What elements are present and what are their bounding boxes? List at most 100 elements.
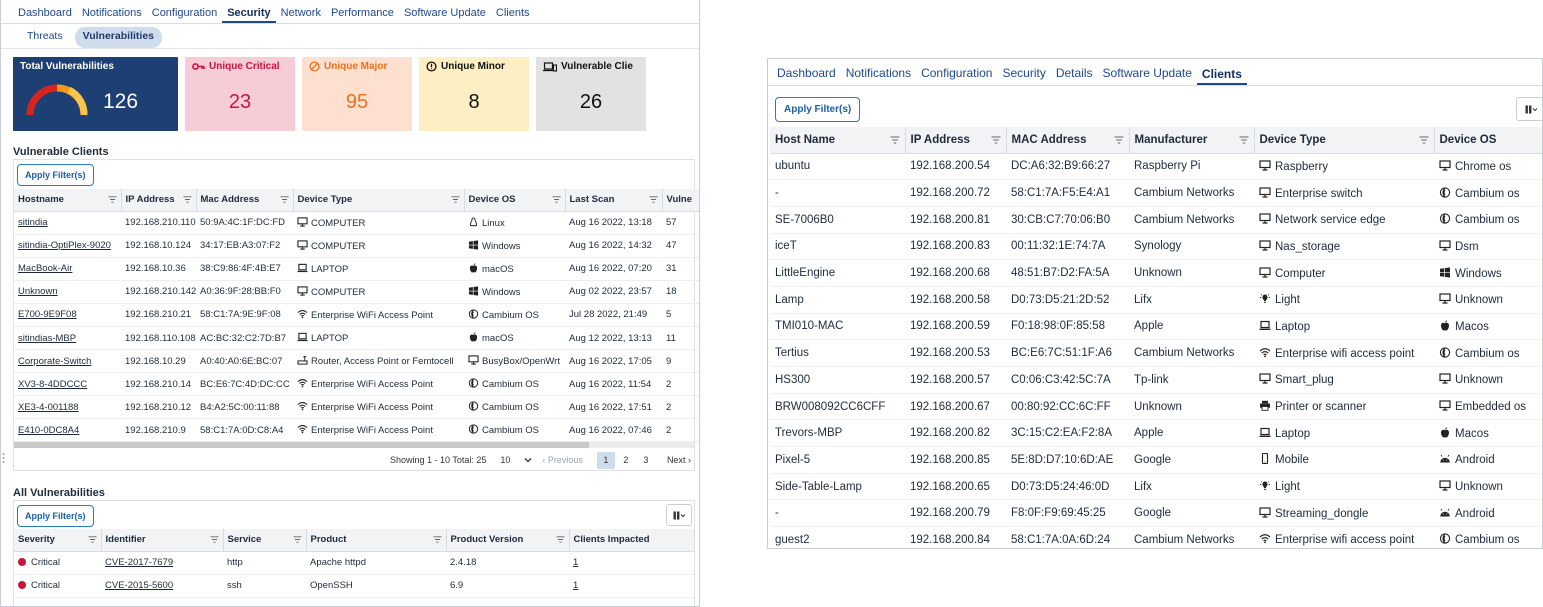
table-row[interactable]: SE-7006B0 192.168.200.81 30:CB:C7:70:06:B0… xyxy=(770,206,1542,234)
vc-col-vulne[interactable]: Vulne xyxy=(662,189,699,212)
filter-icon[interactable] xyxy=(107,195,117,204)
table-row[interactable]: E700-9E9F08 192.168.210.21 58:C1:7A:9E:9F:… xyxy=(14,303,699,327)
table-row[interactable]: BRW008092CC6CFF 192.168.200.67 00:80:92:CC… xyxy=(770,393,1542,421)
clients-column-settings-button[interactable] xyxy=(1516,97,1542,121)
table-row[interactable]: XV3-8-4DDCCC 192.168.210.14 BC:E6:7C:4D:DC… xyxy=(14,372,699,397)
right-tab-configuration[interactable]: Configuration xyxy=(916,66,997,85)
host-name-cell[interactable]: Side-Table-Lamp xyxy=(770,473,905,501)
right-tab-security[interactable]: Security xyxy=(997,66,1050,85)
page-2-button[interactable]: 2 xyxy=(617,452,635,469)
left-tab-performance[interactable]: Performance xyxy=(326,7,399,23)
page-size-select[interactable]: 10 xyxy=(500,455,532,465)
page-1-button[interactable]: 1 xyxy=(596,451,615,469)
left-tab-configuration[interactable]: Configuration xyxy=(147,7,222,23)
av-col-clients-impacted[interactable]: Clients Impacted xyxy=(569,529,695,552)
table-row[interactable]: Critical CVE-2015-5600 ssh OpenSSH 6.9 1 xyxy=(14,574,694,598)
cl-col-manufacturer[interactable]: Manufacturer xyxy=(1129,127,1255,154)
filter-icon[interactable] xyxy=(182,195,192,204)
host-name-cell[interactable]: SE-7006B0 xyxy=(770,206,905,234)
clients-impacted-link[interactable]: 1 xyxy=(569,551,694,575)
cve-identifier-link[interactable]: CVE-2017-7679 xyxy=(101,551,223,575)
total-vulnerabilities-card[interactable]: Total Vulnerabilities 126 xyxy=(13,57,178,131)
vc-col-device-type[interactable]: Device Type xyxy=(293,189,465,212)
filter-icon[interactable] xyxy=(1419,135,1429,145)
filter-icon[interactable] xyxy=(1114,135,1124,145)
unique-critical-card[interactable]: Unique Critical 23 xyxy=(185,57,295,131)
av-col-product-version[interactable]: Product Version xyxy=(446,529,570,552)
hostname-link[interactable]: sitindias-MBP xyxy=(14,326,121,351)
left-tab-software-update[interactable]: Software Update xyxy=(399,7,491,23)
filter-icon[interactable] xyxy=(209,535,219,544)
clients-apply-filter-button[interactable]: Apply Filter(s) xyxy=(775,97,861,122)
filter-icon[interactable] xyxy=(432,535,442,544)
hostname-link[interactable]: E410-0DC8A4 xyxy=(14,418,121,443)
av-col-identifier[interactable]: Identifier xyxy=(101,529,224,552)
table-row[interactable]: sitindia 192.168.210.110 50:9A:4C:1F:DC:FD… xyxy=(14,211,699,235)
table-row[interactable]: Pixel-5 192.168.200.85 5E:8D:D7:10:6D:AE Go… xyxy=(770,446,1542,474)
table-row[interactable]: Trevors-MBP 192.168.200.82 3C:15:C2:EA:F2:… xyxy=(770,419,1542,448)
column-settings-button[interactable] xyxy=(666,504,692,526)
cl-col-device-os[interactable]: Device OS xyxy=(1434,127,1542,154)
right-tab-details[interactable]: Details xyxy=(1051,66,1098,85)
right-tab-dashboard[interactable]: Dashboard xyxy=(772,66,841,85)
av-col-product[interactable]: Product xyxy=(306,529,447,552)
vulnerable-clients-horizontal-scrollbar[interactable] xyxy=(14,442,694,448)
cl-col-mac-address[interactable]: MAC Address xyxy=(1006,127,1130,154)
table-row[interactable]: sitindias-MBP 192.168.110.108 AC:BC:32:C2:… xyxy=(14,326,699,351)
hostname-link[interactable]: MacBook-Air xyxy=(14,257,121,281)
filter-icon[interactable] xyxy=(551,195,561,204)
hostname-link[interactable]: sitindia-OptiPlex-9020 xyxy=(14,234,121,258)
right-tab-software-update[interactable]: Software Update xyxy=(1098,66,1197,85)
host-name-cell[interactable]: Trevors-MBP xyxy=(770,419,905,448)
hostname-link[interactable]: Unknown xyxy=(14,280,121,304)
vulnerable-clients-apply-filter-button[interactable]: Apply Filter(s) xyxy=(17,164,94,186)
vc-col-last-scan[interactable]: Last Scan xyxy=(565,189,663,212)
hostname-link[interactable]: E700-9E9F08 xyxy=(14,303,121,327)
filter-icon[interactable] xyxy=(890,135,900,145)
left-tab-network[interactable]: Network xyxy=(276,7,326,23)
host-name-cell[interactable]: Tertius xyxy=(770,339,905,367)
cl-col-device-type[interactable]: Device Type xyxy=(1254,127,1435,154)
page-3-button[interactable]: 3 xyxy=(637,452,655,469)
vc-col-device-os[interactable]: Device OS xyxy=(464,189,566,212)
left-tab-clients[interactable]: Clients xyxy=(491,7,535,23)
table-row[interactable]: guest2 192.168.200.84 58:C1:7A:0A:6D:24 Cam… xyxy=(770,526,1542,548)
table-row[interactable]: LittleEngine 192.168.200.68 48:51:B7:D2:FA… xyxy=(770,259,1542,287)
filter-icon[interactable] xyxy=(450,195,460,204)
cl-col-ip-address[interactable]: IP Address xyxy=(905,127,1007,154)
filter-icon[interactable] xyxy=(555,535,565,544)
table-row[interactable]: HS300 192.168.200.57 C0:06:C3:42:5C:7A Tp-l… xyxy=(770,366,1542,394)
host-name-cell[interactable]: - xyxy=(770,499,905,528)
hostname-link[interactable]: XV3-8-4DDCCC xyxy=(14,372,121,397)
vc-col-mac-address[interactable]: Mac Address xyxy=(196,189,294,212)
right-tab-notifications[interactable]: Notifications xyxy=(841,66,916,85)
subtab-vulnerabilities[interactable]: Vulnerabilities xyxy=(74,27,162,48)
table-row[interactable]: MacBook-Air 192.168.10.36 38:C9:86:4F:4B:E… xyxy=(14,257,699,281)
table-row[interactable]: Corporate-Switch 192.168.10.29 A0:40:A0:6E… xyxy=(14,349,699,374)
hostname-link[interactable]: sitindia xyxy=(14,211,121,235)
host-name-cell[interactable]: Lamp xyxy=(770,286,905,314)
host-name-cell[interactable]: BRW008092CC6CFF xyxy=(770,393,905,421)
host-name-cell[interactable]: guest2 xyxy=(770,526,905,548)
left-tab-security[interactable]: Security xyxy=(222,7,276,23)
vc-col-ip-address[interactable]: IP Address xyxy=(121,189,197,212)
host-name-cell[interactable]: TMI010-MAC xyxy=(770,313,905,341)
filter-icon[interactable] xyxy=(648,195,658,204)
host-name-cell[interactable]: HS300 xyxy=(770,366,905,394)
table-row[interactable]: sitindia-OptiPlex-9020 192.168.10.124 34:1… xyxy=(14,234,699,258)
right-tab-clients[interactable]: Clients xyxy=(1196,67,1247,85)
table-row[interactable]: iceT 192.168.200.83 00:11:32:1E:74:7A Synol… xyxy=(770,233,1542,261)
subtab-threats[interactable]: Threats xyxy=(19,27,71,48)
av-col-severity[interactable]: Severity xyxy=(14,529,102,552)
table-row[interactable]: Side-Table-Lamp 192.168.200.65 D0:73:D5:24… xyxy=(770,473,1542,501)
host-name-cell[interactable]: iceT xyxy=(770,233,905,261)
vc-col-hostname[interactable]: Hostname xyxy=(14,189,122,212)
filter-icon[interactable] xyxy=(1239,135,1249,145)
table-row[interactable]: XE3-4-001188 192.168.210.12 B4:A2:5C:00:11… xyxy=(14,395,699,420)
table-row[interactable]: Tertius 192.168.200.53 BC:E6:7C:51:1F:A6 Ca… xyxy=(770,339,1542,367)
table-row[interactable]: Lamp 192.168.200.58 D0:73:D5:21:2D:52 Lifx L… xyxy=(770,286,1542,314)
all-vulnerabilities-apply-filter-button[interactable]: Apply Filter(s) xyxy=(17,505,94,527)
cl-col-host-name[interactable]: Host Name xyxy=(770,127,906,154)
table-row[interactable]: -192.168.200.72 58:C1:7A:F5:E4:A1 Cambium … xyxy=(770,179,1542,207)
table-row[interactable]: E410-0DC8A4 192.168.210.9 58:C1:7A:0D:C8:A… xyxy=(14,418,699,443)
